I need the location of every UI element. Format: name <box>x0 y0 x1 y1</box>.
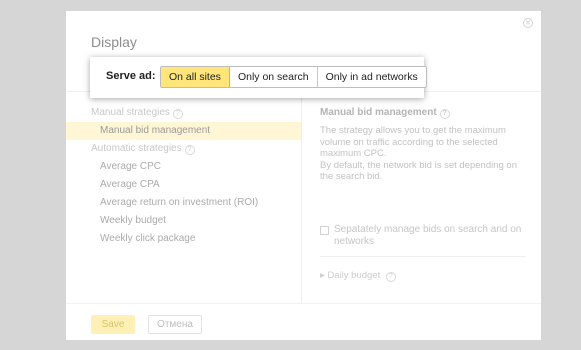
strategy-list: Manual strategies? Manual bid management… <box>66 104 301 248</box>
strategy-manual-bid-management[interactable]: Manual bid management <box>66 122 301 140</box>
separate-bids-option[interactable]: Sepatately manage bids on search and on … <box>320 224 525 248</box>
help-icon[interactable]: ? <box>184 145 195 155</box>
help-icon[interactable]: ? <box>172 109 183 119</box>
strategy-average-cpa[interactable]: Average CPA <box>66 176 301 194</box>
strategy-weekly-budget[interactable]: Weekly budget <box>66 212 301 230</box>
strategy-average-cpc[interactable]: Average CPC <box>66 158 301 176</box>
manual-strategies-heading: Manual strategies? <box>66 104 301 122</box>
serve-only-in-ad-networks-button[interactable]: Only in ad networks <box>317 67 426 87</box>
dialog-title: Display <box>91 34 137 50</box>
description-paragraph: The strategy allows you to get the maxim… <box>320 125 506 159</box>
cancel-button[interactable]: Отмена <box>148 315 202 334</box>
save-button[interactable]: Save <box>91 315 135 334</box>
daily-budget-toggle[interactable]: ▸ Daily budget ? <box>320 270 396 282</box>
daily-budget-label: Daily budget <box>327 270 381 281</box>
triangle-right-icon: ▸ <box>320 270 325 281</box>
background-page-text <box>2 300 5 310</box>
strategy-average-roi[interactable]: Average return on investment (ROI) <box>66 194 301 212</box>
strategy-description: Manual bid management? The strategy allo… <box>320 104 520 183</box>
separate-bids-label: Sepatately manage bids on search and on … <box>334 224 522 247</box>
serve-ad-panel: Serve ad: On all sites Only on search On… <box>90 57 427 98</box>
options-divider <box>320 256 526 257</box>
description-paragraph: By default, the network bid is set depen… <box>320 159 517 183</box>
separate-bids-checkbox[interactable] <box>320 226 329 235</box>
automatic-strategies-label: Automatic strategies <box>91 143 182 154</box>
serve-ad-selector[interactable]: On all sites Only on search Only in ad n… <box>160 66 427 88</box>
strategy-weekly-click-package[interactable]: Weekly click package <box>66 230 301 248</box>
column-divider <box>301 92 302 304</box>
serve-on-all-sites-button[interactable]: On all sites <box>161 67 230 87</box>
description-title-text: Manual bid management <box>320 107 437 118</box>
close-icon[interactable]: × <box>523 18 533 28</box>
footer-divider <box>66 303 541 304</box>
help-icon[interactable]: ? <box>439 109 450 119</box>
description-title: Manual bid management? <box>320 104 520 122</box>
automatic-strategies-heading: Automatic strategies? <box>66 140 301 158</box>
serve-only-on-search-button[interactable]: Only on search <box>229 67 318 87</box>
help-icon[interactable]: ? <box>385 272 396 282</box>
serve-ad-label: Serve ad: <box>106 70 156 82</box>
manual-strategies-label: Manual strategies <box>91 107 170 118</box>
